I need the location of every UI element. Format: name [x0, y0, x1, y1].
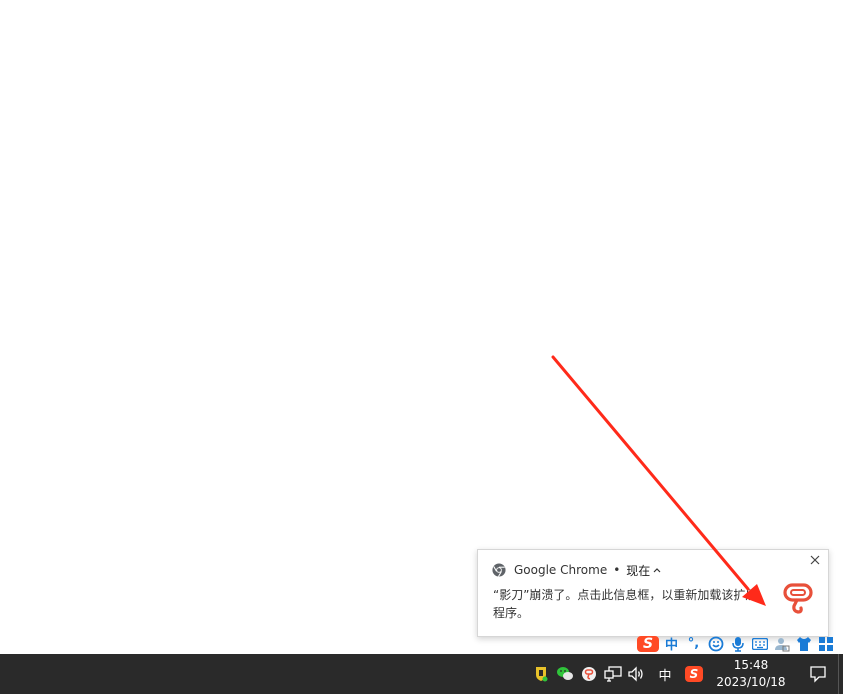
app-tray-icon[interactable]: [579, 664, 599, 684]
user-icon[interactable]: [772, 635, 791, 653]
chinese-mode-icon[interactable]: 中: [662, 635, 681, 653]
system-tray: 中 S 15:48 2023/10/18: [529, 654, 843, 694]
action-center-icon[interactable]: [797, 654, 838, 694]
chrome-crash-notification[interactable]: Google Chrome • 现在 “影刀”崩溃了。点击此信息框，以重新加载该…: [477, 549, 829, 637]
network-icon[interactable]: [603, 664, 623, 684]
sogou-logo-icon[interactable]: S: [637, 635, 659, 652]
notification-header: Google Chrome • 现在: [492, 562, 661, 578]
clock[interactable]: 15:48 2023/10/18: [713, 657, 789, 691]
security-shield-icon[interactable]: [531, 664, 551, 684]
sogou-ime-icon[interactable]: S: [685, 666, 703, 682]
show-desktop-button[interactable]: [838, 654, 843, 694]
close-icon[interactable]: [808, 555, 822, 569]
toolbox-icon[interactable]: [816, 635, 835, 653]
chrome-icon: [492, 563, 506, 577]
skin-icon[interactable]: [794, 635, 813, 653]
yingdao-icon: [783, 583, 813, 614]
clock-time: 15:48: [733, 658, 769, 672]
notification-time: 现在: [626, 563, 651, 578]
keyboard-icon[interactable]: [750, 635, 769, 653]
wechat-icon[interactable]: [555, 664, 575, 684]
chevron-up-icon[interactable]: [653, 565, 661, 576]
taskbar: 中 S 15:48 2023/10/18: [0, 654, 843, 694]
punctuation-icon[interactable]: °,: [684, 635, 703, 653]
clock-date: 2023/10/18: [716, 675, 786, 689]
ime-toolbar: S 中 °,: [637, 633, 843, 654]
notification-app-name: Google Chrome: [514, 563, 608, 577]
emoji-icon[interactable]: [706, 635, 725, 653]
notification-message: “影刀”崩溃了。点击此信息框，以重新加载该扩展程序。: [493, 588, 758, 620]
ime-language-indicator[interactable]: 中: [653, 665, 677, 684]
notification-separator: •: [613, 563, 621, 577]
volume-icon[interactable]: [627, 664, 647, 684]
microphone-icon[interactable]: [728, 635, 747, 653]
